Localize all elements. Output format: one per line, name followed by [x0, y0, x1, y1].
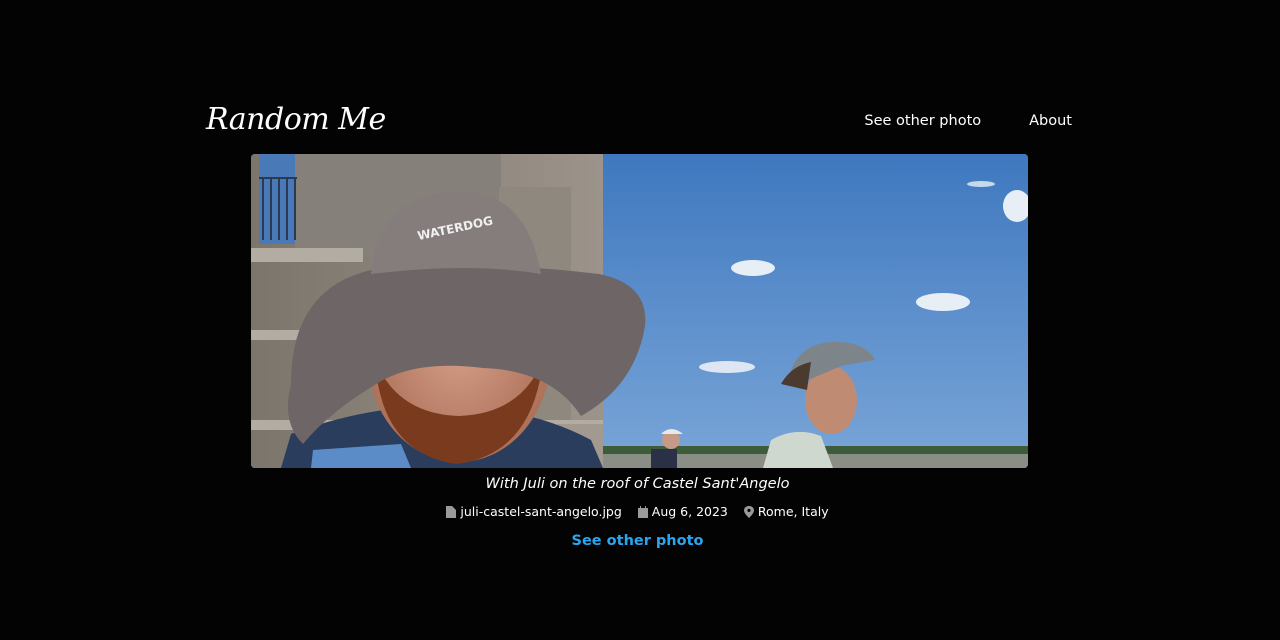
photo-image: WATERDOG — [251, 154, 1028, 468]
cloud — [916, 293, 970, 311]
nav-see-other-photo[interactable]: See other photo — [864, 110, 981, 132]
site-logo[interactable]: Random Me — [206, 102, 386, 138]
meta-date: Aug 6, 2023 — [637, 503, 728, 521]
photo: WATERDOG — [251, 154, 1028, 468]
map-pin-icon — [743, 506, 754, 518]
site-header: Random Me See other photo About — [206, 100, 1072, 144]
meta-location: Rome, Italy — [743, 503, 829, 521]
filename-text: juli-castel-sant-angelo.jpg — [460, 504, 622, 519]
location-text: Rome, Italy — [757, 504, 829, 519]
page: Random Me See other photo About WATERDOG… — [0, 0, 1280, 640]
main-nav: See other photo About — [864, 110, 1072, 132]
photo-meta: juli-castel-sant-angelo.jpg Aug 6, 2023 … — [0, 503, 1275, 521]
calendar-icon — [637, 506, 648, 518]
meta-filename: juli-castel-sant-angelo.jpg — [446, 503, 622, 521]
cloud — [699, 361, 755, 373]
cta-container: See other photo — [0, 530, 1275, 551]
file-icon — [446, 506, 457, 518]
photo-caption: With Juli on the roof of Castel Sant'Ang… — [485, 476, 790, 492]
date-text: Aug 6, 2023 — [651, 504, 728, 519]
cloud — [731, 260, 775, 276]
nav-about[interactable]: About — [1029, 110, 1072, 132]
see-other-photo-link[interactable]: See other photo — [572, 533, 704, 549]
